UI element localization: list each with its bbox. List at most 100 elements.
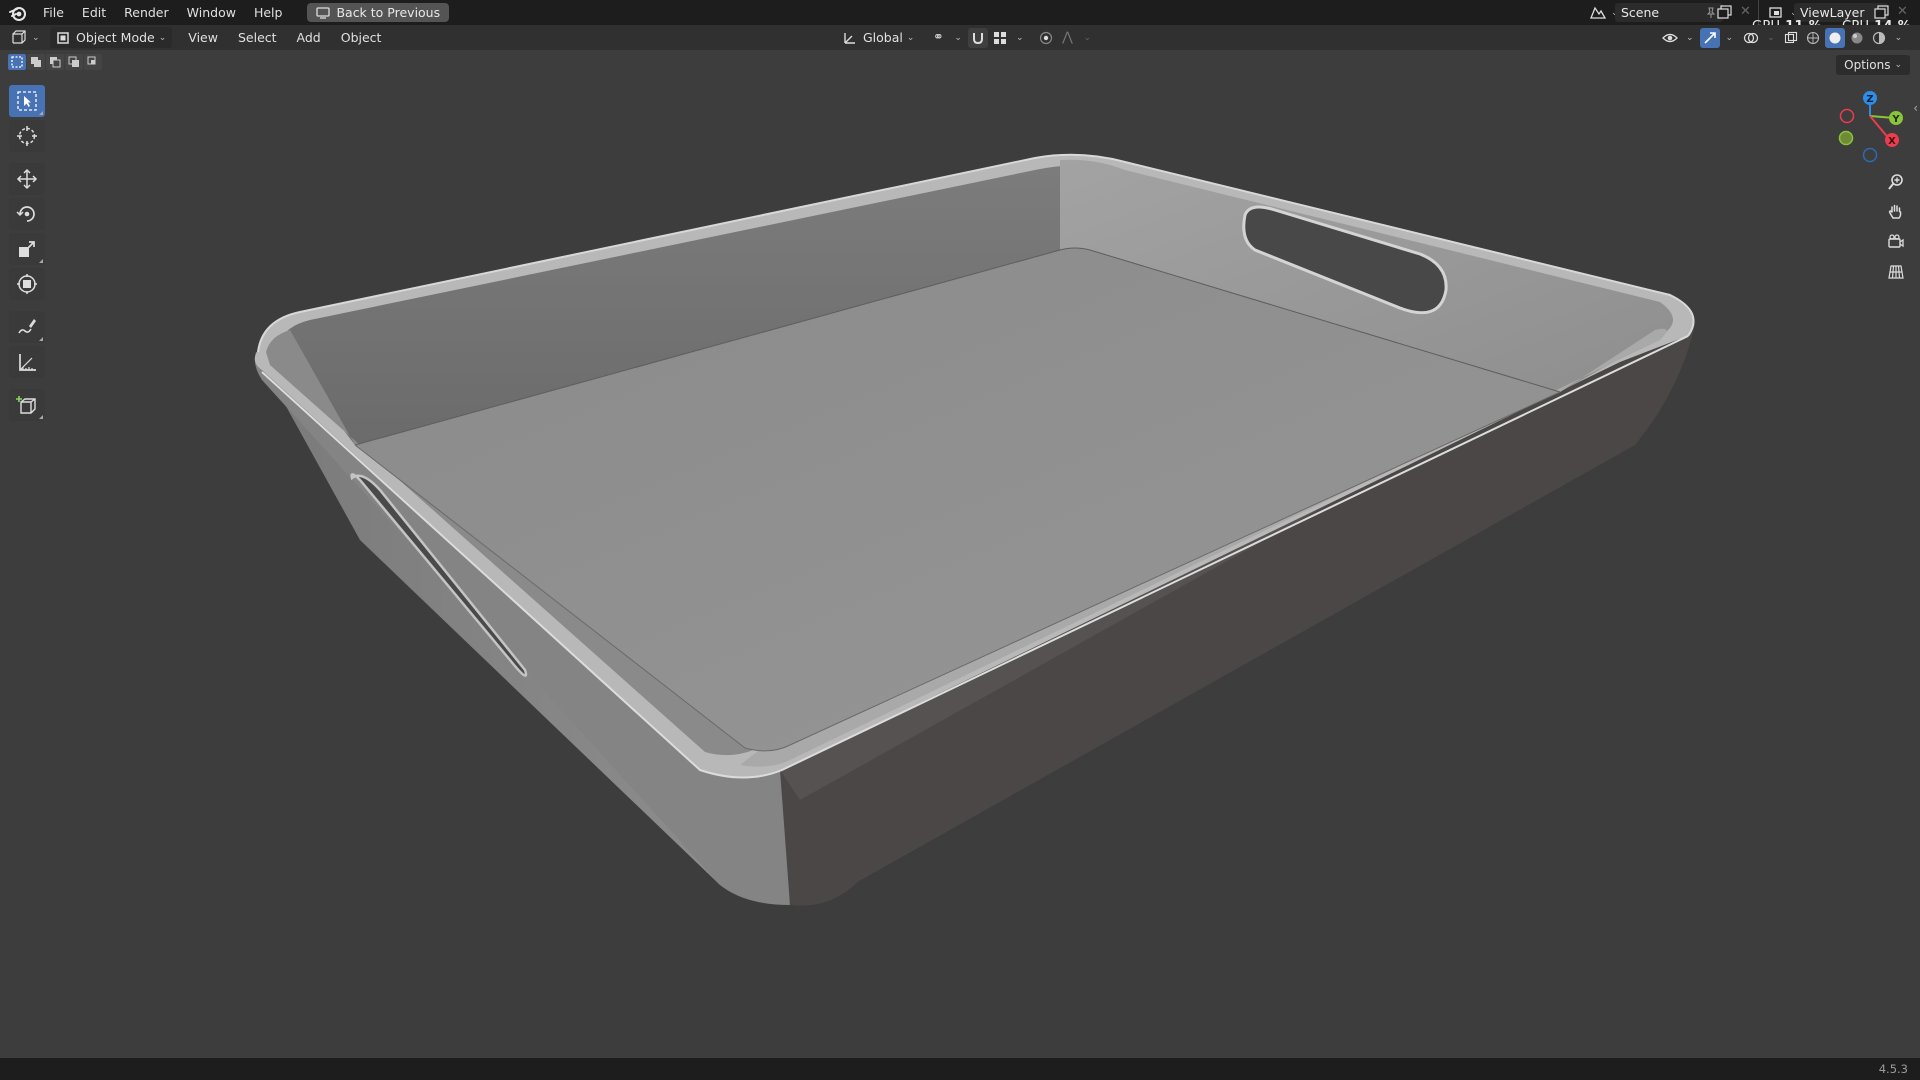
back-to-previous-button[interactable]: Back to Previous bbox=[307, 3, 450, 22]
options-dropdown[interactable]: Options ⌄ bbox=[1836, 55, 1910, 75]
status-bar: 4.5.3 bbox=[0, 1058, 1920, 1080]
version-label: 4.5.3 bbox=[1878, 1062, 1908, 1076]
menu-render[interactable]: Render bbox=[115, 0, 178, 25]
pan-button[interactable] bbox=[1881, 198, 1911, 226]
menu-edit[interactable]: Edit bbox=[73, 0, 115, 25]
tool-shelf bbox=[8, 85, 46, 424]
select-new-icon[interactable] bbox=[8, 54, 26, 70]
move-icon bbox=[16, 168, 38, 190]
tool-submenu-indicator bbox=[39, 259, 43, 263]
chevron-down-icon: ⌄ bbox=[906, 32, 915, 43]
select-subtract-icon[interactable] bbox=[46, 54, 64, 70]
tool-submenu-indicator bbox=[39, 337, 43, 341]
duplicate-scene-icon[interactable] bbox=[1717, 5, 1733, 20]
chevron-down-icon[interactable]: ⌄ bbox=[1016, 33, 1024, 43]
gizmo-z-label: Z bbox=[1866, 94, 1873, 105]
material-preview-icon[interactable] bbox=[1847, 28, 1867, 48]
wireframe-shading-icon[interactable] bbox=[1803, 28, 1823, 48]
transform-orientation-dropdown[interactable]: Global ⌄ bbox=[838, 27, 918, 48]
xray-toggle-icon[interactable] bbox=[1781, 28, 1801, 48]
view-layer-name: ViewLayer bbox=[1800, 5, 1865, 20]
select-box-tool[interactable] bbox=[9, 85, 45, 117]
chevron-down-icon: ⌄ bbox=[1894, 60, 1902, 70]
measure-tool[interactable] bbox=[9, 346, 45, 378]
tool-submenu-indicator bbox=[39, 415, 43, 419]
top-menu-bar: File Edit Render Window Help Back to Pre… bbox=[0, 0, 1920, 25]
annotate-icon bbox=[18, 319, 36, 334]
scene-name: Scene bbox=[1621, 5, 1660, 20]
cursor-tool[interactable] bbox=[9, 120, 45, 152]
options-label: Options bbox=[1844, 58, 1891, 72]
blender-logo-icon[interactable] bbox=[8, 3, 28, 23]
proportional-editing-icon[interactable] bbox=[1036, 28, 1056, 48]
add-cube-tool[interactable] bbox=[9, 389, 45, 421]
pin-icon[interactable] bbox=[1705, 7, 1717, 19]
chevron-down-icon[interactable]: ⌄ bbox=[1084, 33, 1092, 43]
menu-window[interactable]: Window bbox=[178, 0, 245, 25]
gizmo-neg-z[interactable] bbox=[1862, 147, 1878, 163]
navigation-gizmo[interactable]: Z Y X bbox=[1830, 88, 1910, 168]
view-layer-icon bbox=[1769, 6, 1782, 18]
snap-toggle-icon[interactable] bbox=[967, 27, 988, 48]
gizmo-x-label: X bbox=[1888, 136, 1896, 147]
snap-target-icon[interactable] bbox=[990, 28, 1010, 48]
menu-file[interactable]: File bbox=[34, 0, 73, 25]
hand-pan-icon bbox=[1888, 204, 1902, 219]
rotate-tool[interactable] bbox=[9, 198, 45, 230]
rendered-shading-icon[interactable] bbox=[1869, 28, 1889, 48]
grid-view-icon bbox=[1888, 265, 1904, 279]
scene-field[interactable]: Scene bbox=[1615, 3, 1723, 22]
transform-tool[interactable] bbox=[9, 268, 45, 300]
object-mode-icon bbox=[57, 31, 69, 44]
chevron-down-icon[interactable]: ⌄ bbox=[1895, 33, 1903, 43]
pivot-point-icon[interactable]: ⚭ bbox=[928, 28, 948, 48]
gizmo-toggle-icon[interactable] bbox=[1699, 27, 1720, 48]
menu-view[interactable]: View bbox=[178, 25, 228, 50]
scene-icon bbox=[1590, 6, 1607, 19]
select-invert-icon[interactable] bbox=[65, 54, 83, 70]
solid-shading-icon[interactable] bbox=[1824, 27, 1845, 48]
chevron-down-icon[interactable]: ⌄ bbox=[954, 33, 962, 43]
scale-tool[interactable] bbox=[9, 233, 45, 265]
gizmo-neg-y[interactable] bbox=[1838, 130, 1854, 146]
zoom-button[interactable] bbox=[1881, 168, 1911, 196]
transform-orientation-label: Global bbox=[863, 30, 903, 45]
select-extend-icon[interactable] bbox=[27, 54, 45, 70]
close-view-layer-icon[interactable]: ✕ bbox=[1897, 4, 1908, 19]
cursor-icon bbox=[17, 126, 37, 146]
measure-icon bbox=[19, 354, 36, 371]
close-scene-icon[interactable]: ✕ bbox=[1740, 4, 1751, 19]
toggle-perspective-button[interactable] bbox=[1881, 258, 1911, 286]
sidebar-toggle-icon[interactable]: ‹ bbox=[1913, 101, 1918, 115]
rotate-icon bbox=[16, 206, 35, 222]
back-to-previous-label: Back to Previous bbox=[336, 5, 441, 20]
chevron-down-icon[interactable]: ⌄ bbox=[1726, 33, 1734, 43]
editor-type-dropdown[interactable]: ⌄ bbox=[10, 27, 40, 48]
viewport-3d-tray[interactable] bbox=[0, 0, 1920, 1080]
selection-mode-group bbox=[8, 54, 102, 70]
tool-submenu-indicator bbox=[39, 111, 43, 115]
overlays-toggle-icon[interactable] bbox=[1741, 28, 1761, 48]
menu-help[interactable]: Help bbox=[245, 0, 292, 25]
object-mode-label: Object Mode bbox=[76, 30, 155, 45]
scale-icon bbox=[19, 241, 35, 257]
menu-object[interactable]: Object bbox=[331, 25, 392, 50]
chevron-down-icon[interactable]: ⌄ bbox=[1767, 33, 1775, 43]
screen-icon bbox=[316, 6, 331, 19]
select-intersect-icon[interactable] bbox=[84, 54, 102, 70]
menu-select[interactable]: Select bbox=[228, 25, 287, 50]
camera-icon bbox=[1888, 234, 1904, 248]
annotate-tool[interactable] bbox=[9, 311, 45, 343]
chevron-down-icon[interactable]: ⌄ bbox=[1686, 33, 1694, 43]
move-tool[interactable] bbox=[9, 163, 45, 195]
visibility-eye-icon[interactable] bbox=[1660, 28, 1680, 48]
zoom-icon bbox=[1888, 174, 1903, 190]
object-mode-dropdown[interactable]: Object Mode ⌄ bbox=[50, 27, 173, 48]
gizmo-neg-x[interactable] bbox=[1839, 108, 1855, 124]
duplicate-view-layer-icon[interactable] bbox=[1874, 5, 1890, 20]
chevron-down-icon: ⌄ bbox=[32, 32, 40, 43]
menu-add[interactable]: Add bbox=[287, 25, 331, 50]
orientation-axes-icon bbox=[844, 32, 855, 44]
camera-view-button[interactable] bbox=[1881, 228, 1911, 256]
falloff-curve-icon[interactable]: ⋀ bbox=[1058, 28, 1078, 48]
